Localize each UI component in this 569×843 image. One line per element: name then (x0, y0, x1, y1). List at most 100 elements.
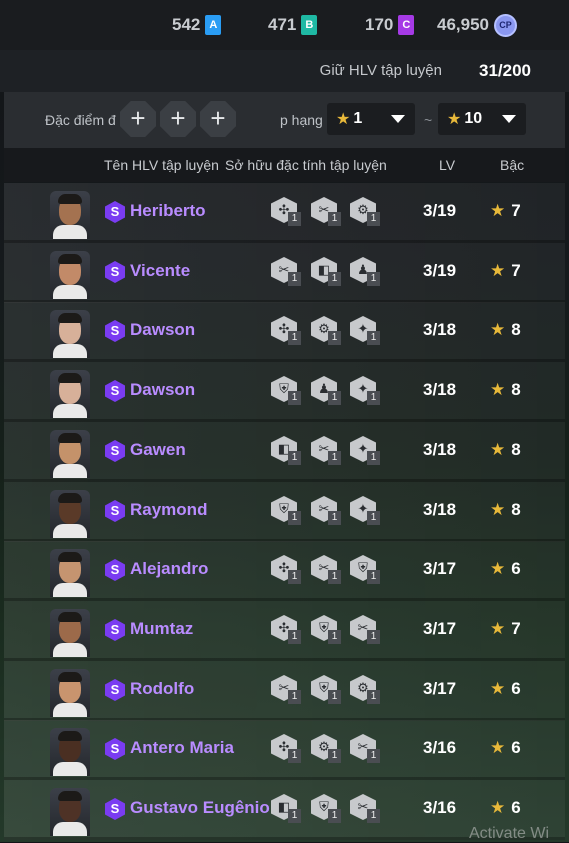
coach-rank: ★ 8 (490, 500, 521, 520)
star-icon: ★ (490, 679, 506, 698)
trait-icon[interactable]: ⚙ 1 (311, 316, 347, 346)
trait-level: 1 (367, 690, 380, 704)
rank-filter-label: p hạng (280, 112, 323, 128)
table-row[interactable]: S Vicente ✂ 1 ◧ 1 ♟ 1 3/19 ★ 7 (4, 243, 565, 303)
coach-rank: ★ 7 (490, 201, 521, 221)
star-icon: ★ (447, 111, 462, 128)
trait-icon[interactable]: ✣ 1 (271, 197, 307, 227)
token-a-icon: A (205, 15, 222, 35)
table-row[interactable]: S Alejandro ✣ 1 ✂ 1 ⛨ 1 3/17 ★ 6 (4, 541, 565, 601)
trait-icon[interactable]: ✂ 1 (271, 675, 307, 705)
rank-value: 7 (511, 201, 521, 220)
coach-level: 3/18 (423, 320, 457, 339)
trait-icon[interactable]: ♟ 1 (311, 376, 347, 406)
coach-name: Vicente (130, 261, 191, 280)
trait-level: 1 (328, 809, 341, 823)
trait-icon[interactable]: ◧ 1 (271, 794, 307, 824)
coach-level: 3/19 (423, 261, 457, 280)
trait-icon[interactable]: ✦ 1 (350, 496, 386, 526)
coach-avatar (50, 490, 90, 538)
coach-rank: ★ 8 (490, 320, 521, 340)
grade-s-badge-icon: S (105, 559, 125, 581)
table-row[interactable]: S Mumtaz ✣ 1 ⛨ 1 ✂ 1 3/17 ★ 7 (4, 601, 565, 661)
trait-icon[interactable]: ✂ 1 (311, 496, 347, 526)
coach-rank: ★ 6 (490, 679, 521, 699)
table-row[interactable]: S Rodolfo ✂ 1 ⛨ 1 ⚙ 1 3/17 ★ 6 (4, 661, 565, 721)
coach-name: Alejandro (130, 559, 209, 578)
trait-icon[interactable]: ✂ 1 (311, 436, 347, 466)
header-name[interactable]: Tên HLV tập luyện (104, 157, 219, 173)
grade-s-badge-icon: S (105, 738, 125, 760)
currency-b: 471 B (268, 14, 318, 36)
trait-icon[interactable]: ⚙ 1 (350, 675, 386, 705)
rank-min-select[interactable]: ★ 1 (327, 103, 415, 135)
trait-level: 1 (367, 331, 380, 345)
trait-level: 1 (288, 630, 301, 644)
trait-icon[interactable]: ✂ 1 (350, 615, 386, 645)
trait-icon[interactable]: ✦ 1 (350, 436, 386, 466)
trait-icon[interactable]: ⛨ 1 (311, 794, 347, 824)
coach-rank: ★ 6 (490, 559, 521, 579)
coach-level: 3/19 (423, 201, 457, 220)
capacity-value: 31/200 (479, 61, 531, 80)
rank-max-select[interactable]: ★ 10 (438, 103, 526, 135)
add-trait-button-3[interactable]: + (200, 101, 236, 137)
range-separator: ~ (424, 112, 433, 128)
coach-rank: ★ 6 (490, 798, 521, 818)
trait-level: 1 (367, 272, 380, 286)
trait-icon[interactable]: ✂ 1 (311, 555, 347, 585)
rank-value: 8 (511, 500, 521, 519)
trait-icon[interactable]: ⛨ 1 (271, 496, 307, 526)
trait-icon[interactable]: ⛨ 1 (311, 615, 347, 645)
add-trait-button-1[interactable]: + (120, 101, 156, 137)
table-row[interactable]: S Antero Maria ✣ 1 ⚙ 1 ✂ 1 3/16 ★ 6 (4, 720, 565, 780)
star-icon: ★ (490, 559, 506, 578)
activate-windows-watermark: Activate Wi (469, 825, 550, 842)
header-traits[interactable]: Sở hữu đặc tính tập luyện (225, 157, 387, 173)
trait-icon[interactable]: ✣ 1 (271, 555, 307, 585)
filter-bar: Đặc điểm đ + + + p hạng ★ 1 ~ ★ 10 (4, 92, 565, 148)
trait-icon[interactable]: ✦ 1 (350, 316, 386, 346)
coach-rank: ★ 7 (490, 619, 521, 639)
trait-icon[interactable]: ✣ 1 (271, 316, 307, 346)
currency-a: 542 A (172, 14, 222, 36)
trait-icon[interactable]: ✣ 1 (271, 734, 307, 764)
trait-icon[interactable]: ✂ 1 (350, 794, 386, 824)
trait-level: 1 (367, 451, 380, 465)
coach-rank: ★ 8 (490, 380, 521, 400)
trait-level: 1 (367, 809, 380, 823)
star-icon: ★ (490, 500, 506, 519)
trait-icon[interactable]: ♟ 1 (350, 257, 386, 287)
table-row[interactable]: S Heriberto ✣ 1 ✂ 1 ⚙ 1 3/19 ★ 7 (4, 183, 565, 243)
trait-icon[interactable]: ◧ 1 (311, 257, 347, 287)
trait-icon[interactable]: ✂ 1 (271, 257, 307, 287)
trait-icon[interactable]: ⛨ 1 (311, 675, 347, 705)
trait-icon[interactable]: ✣ 1 (271, 615, 307, 645)
star-icon: ★ (490, 201, 506, 220)
table-row[interactable]: S Dawson ✣ 1 ⚙ 1 ✦ 1 3/18 ★ 8 (4, 302, 565, 362)
trait-level: 1 (328, 272, 341, 286)
rank-min-value: 1 (353, 110, 363, 127)
coach-avatar (50, 191, 90, 239)
add-trait-button-2[interactable]: + (160, 101, 196, 137)
trait-icon[interactable]: ⚙ 1 (350, 197, 386, 227)
table-row[interactable]: S Raymond ⛨ 1 ✂ 1 ✦ 1 3/18 ★ 8 (4, 482, 565, 542)
trait-icon[interactable]: ⚙ 1 (311, 734, 347, 764)
trait-icon[interactable]: ✦ 1 (350, 376, 386, 406)
trait-icon[interactable]: ◧ 1 (271, 436, 307, 466)
trait-level: 1 (288, 391, 301, 405)
trait-icon[interactable]: ✂ 1 (311, 197, 347, 227)
rank-value: 8 (511, 320, 521, 339)
trait-icon[interactable]: ⛨ 1 (271, 376, 307, 406)
trait-icon[interactable]: ✂ 1 (350, 734, 386, 764)
table-row[interactable]: S Dawson ⛨ 1 ♟ 1 ✦ 1 3/18 ★ 8 (4, 362, 565, 422)
trait-icon[interactable]: ⛨ 1 (350, 555, 386, 585)
trait-level: 1 (288, 809, 301, 823)
table-row[interactable]: S Gawen ◧ 1 ✂ 1 ✦ 1 3/18 ★ 8 (4, 422, 565, 482)
trait-level: 1 (328, 451, 341, 465)
header-lv[interactable]: LV (439, 157, 455, 173)
trait-level: 1 (367, 630, 380, 644)
table-header: Tên HLV tập luyện Sở hữu đặc tính tập lu… (4, 148, 565, 182)
coach-avatar (50, 370, 90, 418)
header-rank[interactable]: Bậc (500, 157, 524, 173)
